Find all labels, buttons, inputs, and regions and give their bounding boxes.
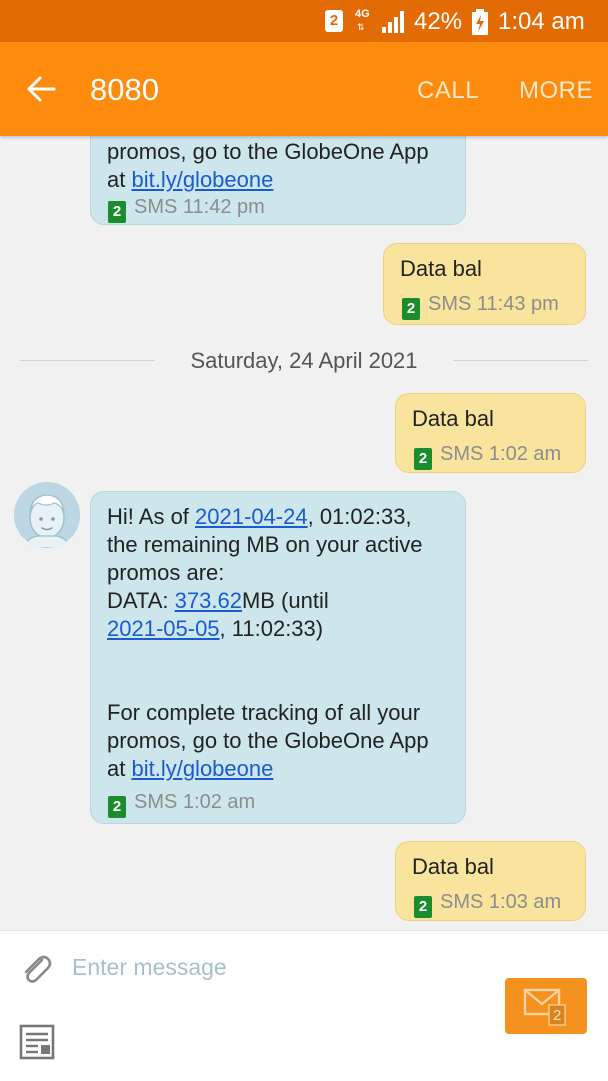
data-activity-icon: ⇅ [357, 22, 365, 32]
sim2-icon: 2 [414, 448, 432, 470]
message-meta: 2 SMS 1:02 am [108, 791, 255, 818]
app-bar: 8080 CALL MORE [0, 42, 608, 136]
message-bubble-incoming[interactable]: promos, go to the GlobeOne App at bit.ly… [90, 136, 466, 225]
send-button[interactable]: 2 [505, 978, 587, 1034]
more-button[interactable]: MORE [519, 77, 593, 105]
conversation-title: 8080 [90, 72, 159, 107]
date-label: Saturday, 24 April 2021 [190, 348, 418, 373]
message-bubble-outgoing[interactable]: Data bal 2 SMS 1:03 am [395, 841, 586, 921]
person-icon [14, 482, 80, 548]
back-arrow-icon[interactable] [26, 75, 56, 103]
message-meta: 2 SMS 11:43 pm [402, 293, 559, 320]
contact-avatar[interactable] [14, 482, 80, 548]
message-meta: 2 SMS 1:02 am [414, 443, 561, 470]
sim2-icon: 2 [402, 298, 420, 320]
message-input[interactable] [70, 949, 494, 985]
date-link[interactable]: 2021-04-24 [195, 504, 308, 529]
quick-text-icon[interactable] [18, 1023, 56, 1061]
message-bubble-incoming[interactable]: Hi! As of 2021-04-24, 01:02:33, the rema… [90, 491, 466, 824]
message-bubble-outgoing[interactable]: Data bal 2 SMS 1:02 am [395, 393, 586, 473]
status-bar: 2 4G ⇅ 42% 1:04 am [0, 0, 608, 42]
number-link[interactable]: 373.62 [175, 588, 242, 613]
battery-charging-icon [472, 9, 488, 35]
sim2-icon: 2 [414, 896, 432, 918]
send-sim-label: 2 [553, 1007, 562, 1024]
message-text: Data bal [412, 854, 494, 879]
sim2-icon: 2 [108, 796, 126, 818]
paperclip-icon[interactable] [18, 951, 54, 987]
message-thread[interactable]: promos, go to the GlobeOne App at bit.ly… [0, 136, 608, 930]
status-clock: 1:04 am [498, 8, 585, 35]
network-type: 4G [355, 8, 370, 20]
message-text: Data bal [400, 256, 482, 281]
date-separator: Saturday, 24 April 2021 [0, 346, 608, 376]
signal-strength-icon [382, 11, 404, 33]
message-meta: 2 SMS 1:03 am [414, 891, 561, 918]
call-button[interactable]: CALL [417, 77, 479, 105]
sim2-icon: 2 [108, 201, 126, 223]
message-composer: 2 [0, 930, 608, 1081]
battery-percent: 42% [414, 8, 463, 35]
sim-slot-icon: 2 [325, 10, 343, 32]
message-text: promos, go to the GlobeOne App at bit.ly… [107, 139, 429, 192]
message-link[interactable]: bit.ly/globeone [131, 756, 273, 781]
message-text: Data bal [412, 406, 494, 431]
message-link[interactable]: bit.ly/globeone [131, 167, 273, 192]
message-meta: 2 SMS 11:42 pm [108, 196, 265, 223]
message-bubble-outgoing[interactable]: Data bal 2 SMS 11:43 pm [383, 243, 586, 325]
message-text: Hi! As of 2021-04-24, 01:02:33, the rema… [107, 503, 457, 783]
date-link[interactable]: 2021-05-05 [107, 616, 220, 641]
send-envelope-icon [523, 988, 566, 1026]
